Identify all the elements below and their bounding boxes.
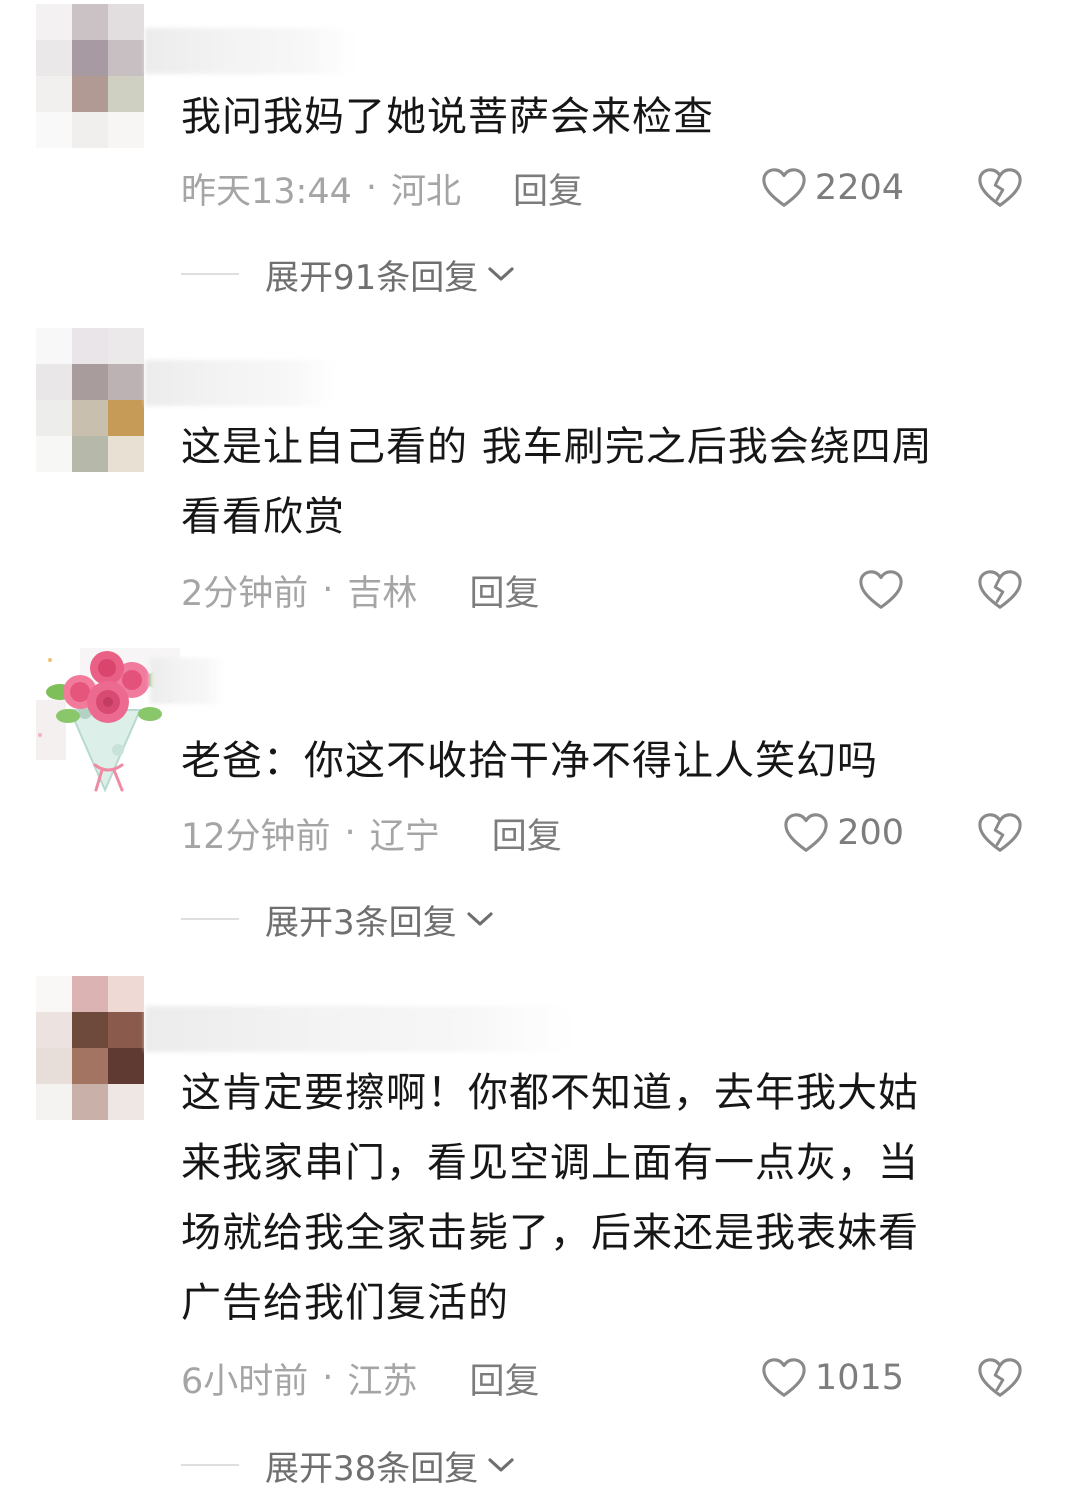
avatar[interactable] [36, 328, 146, 478]
expand-replies-label: 展开91条回复 [265, 257, 479, 298]
comment-time: 昨天13:44 [181, 171, 352, 212]
separator-dot: · [365, 168, 378, 208]
broken-heart-icon [978, 570, 1022, 609]
chevron-down-icon [467, 912, 493, 926]
broken-heart-icon [978, 168, 1022, 207]
chevron-down-icon [488, 1458, 514, 1472]
like-button[interactable]: 2204 [761, 163, 904, 213]
avatar[interactable] [36, 976, 146, 1126]
like-button[interactable]: 200 [783, 808, 904, 858]
reply-button[interactable]: 回复 [513, 163, 583, 214]
comment-meta: 12分钟前 · 辽宁 回复 [181, 808, 562, 858]
like-button[interactable] [858, 565, 904, 615]
comment-time: 6小时前 [181, 1361, 309, 1402]
reply-button[interactable]: 回复 [469, 1353, 539, 1404]
comment-text: 我问我妈了她说菩萨会来检查 [181, 94, 714, 140]
expand-replies-label: 展开38条回复 [265, 1448, 479, 1489]
comment-location: 江苏 [347, 1361, 418, 1402]
reply-button[interactable]: 回复 [469, 565, 539, 616]
dislike-button[interactable] [977, 163, 1023, 213]
username-blurred[interactable] [145, 1006, 575, 1052]
expand-replies-button[interactable]: 展开91条回复 [181, 249, 516, 299]
comment-time: 12分钟前 [181, 816, 331, 857]
comment-text: 这是让自己看的 我车刷完之后我会绕四周 看看欣赏 [181, 424, 933, 540]
comment-meta: 昨天13:44 · 河北 回复 [181, 163, 583, 213]
comment-meta: 2分钟前 · 吉林 回复 [181, 565, 539, 615]
comment-text: 这肯定要擦啊！你都不知道，去年我大姑 来我家串门，看见空调上面有一点灰，当 场就… [181, 1070, 919, 1326]
comment-location: 吉林 [347, 573, 418, 614]
dislike-button[interactable] [977, 808, 1023, 858]
dislike-button[interactable] [977, 565, 1023, 615]
like-count: 1015 [814, 1358, 904, 1398]
heart-outline-icon [784, 813, 828, 852]
expand-replies-label: 展开3条回复 [265, 902, 457, 943]
reply-button[interactable]: 回复 [492, 808, 562, 859]
like-count: 2204 [814, 168, 904, 208]
chevron-down-icon [488, 267, 514, 281]
username-blurred[interactable] [150, 658, 225, 704]
heart-outline-icon [762, 168, 806, 207]
username-blurred[interactable] [145, 28, 355, 74]
username-blurred[interactable] [145, 360, 335, 406]
separator-dot: · [322, 570, 334, 610]
comment-time: 2分钟前 [181, 573, 309, 614]
comment-meta: 6小时前 · 江苏 回复 [181, 1353, 539, 1403]
dislike-button[interactable] [977, 1353, 1023, 1403]
broken-heart-icon [978, 813, 1022, 852]
divider-line [181, 1464, 239, 1466]
broken-heart-icon [978, 1358, 1022, 1397]
expand-replies-button[interactable]: 展开3条回复 [181, 894, 495, 944]
like-count: 200 [837, 813, 904, 853]
avatar[interactable] [36, 4, 146, 154]
separator-dot: · [322, 1358, 334, 1398]
separator-dot: · [344, 813, 356, 853]
comment-location: 河北 [391, 171, 462, 212]
heart-outline-icon [762, 1358, 806, 1397]
divider-line [181, 918, 239, 920]
divider-line [181, 273, 239, 275]
heart-outline-icon [859, 570, 903, 609]
comment-location: 辽宁 [369, 816, 440, 857]
comment-text: 老爸：你这不收拾干净不得让人笑幻吗 [181, 738, 878, 784]
expand-replies-button[interactable]: 展开38条回复 [181, 1440, 516, 1490]
like-button[interactable]: 1015 [761, 1353, 904, 1403]
